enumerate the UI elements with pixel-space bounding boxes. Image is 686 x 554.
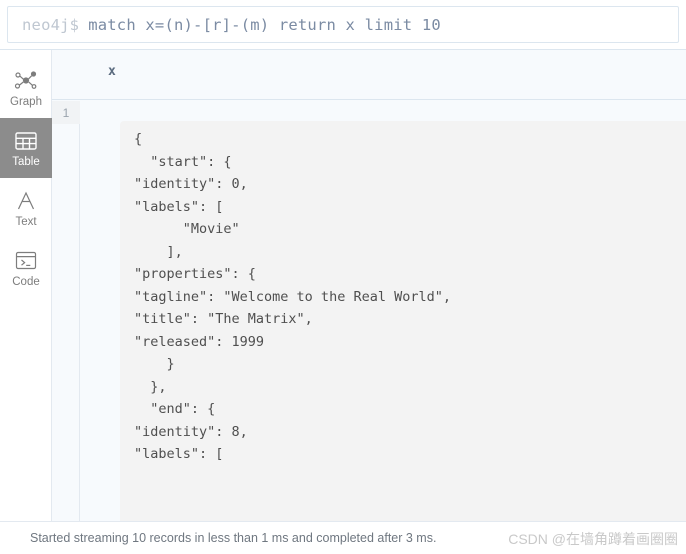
neo4j-prompt-label: neo4j$ xyxy=(22,15,80,34)
sidebar-item-text[interactable]: Text xyxy=(0,178,52,238)
table-header-row: x xyxy=(52,50,686,100)
table-row[interactable]: { "start": { "identity": 0, "labels": [ … xyxy=(81,101,686,521)
column-header-x[interactable]: x xyxy=(108,64,116,79)
results-table: x 1 { "start": { "identity": 0, "labels"… xyxy=(52,50,686,521)
sidebar-item-label-table: Table xyxy=(12,155,40,168)
status-message: Started streaming 10 records in less tha… xyxy=(30,531,437,545)
csdn-watermark: CSDN @在墙角蹲着画圈圈 xyxy=(508,531,678,547)
graph-icon xyxy=(14,68,38,94)
sidebar-item-table[interactable]: Table xyxy=(0,118,52,178)
code-icon xyxy=(15,248,37,274)
row-number-gutter: 1 xyxy=(52,101,80,521)
row-number-cell: 1 xyxy=(52,101,80,124)
sidebar-item-code[interactable]: Code xyxy=(0,238,52,298)
text-icon xyxy=(15,188,37,214)
query-editor-bar[interactable]: neo4j$ match x=(n)-[r]-(m) return x limi… xyxy=(7,6,679,43)
json-result-block[interactable]: { "start": { "identity": 0, "labels": [ … xyxy=(120,121,686,521)
sidebar-item-graph[interactable]: Graph xyxy=(0,58,52,118)
sidebar-item-label-text: Text xyxy=(15,215,37,228)
status-bar: Started streaming 10 records in less tha… xyxy=(0,521,686,554)
sidebar-item-label-code: Code xyxy=(12,275,40,288)
view-switcher-sidebar: Graph Table Text Code xyxy=(0,50,52,521)
table-body: 1 { "start": { "identity": 0, "labels": … xyxy=(52,101,686,521)
table-icon xyxy=(15,128,37,154)
result-frame: Graph Table Text Code x 1 {"start": {"… xyxy=(0,49,686,521)
sidebar-item-label-graph: Graph xyxy=(10,95,42,108)
json-result-text: { "start": { "identity": 0, "labels": [ … xyxy=(134,131,451,462)
query-input-text[interactable]: match x=(n)-[r]-(m) return x limit 10 xyxy=(79,16,441,34)
